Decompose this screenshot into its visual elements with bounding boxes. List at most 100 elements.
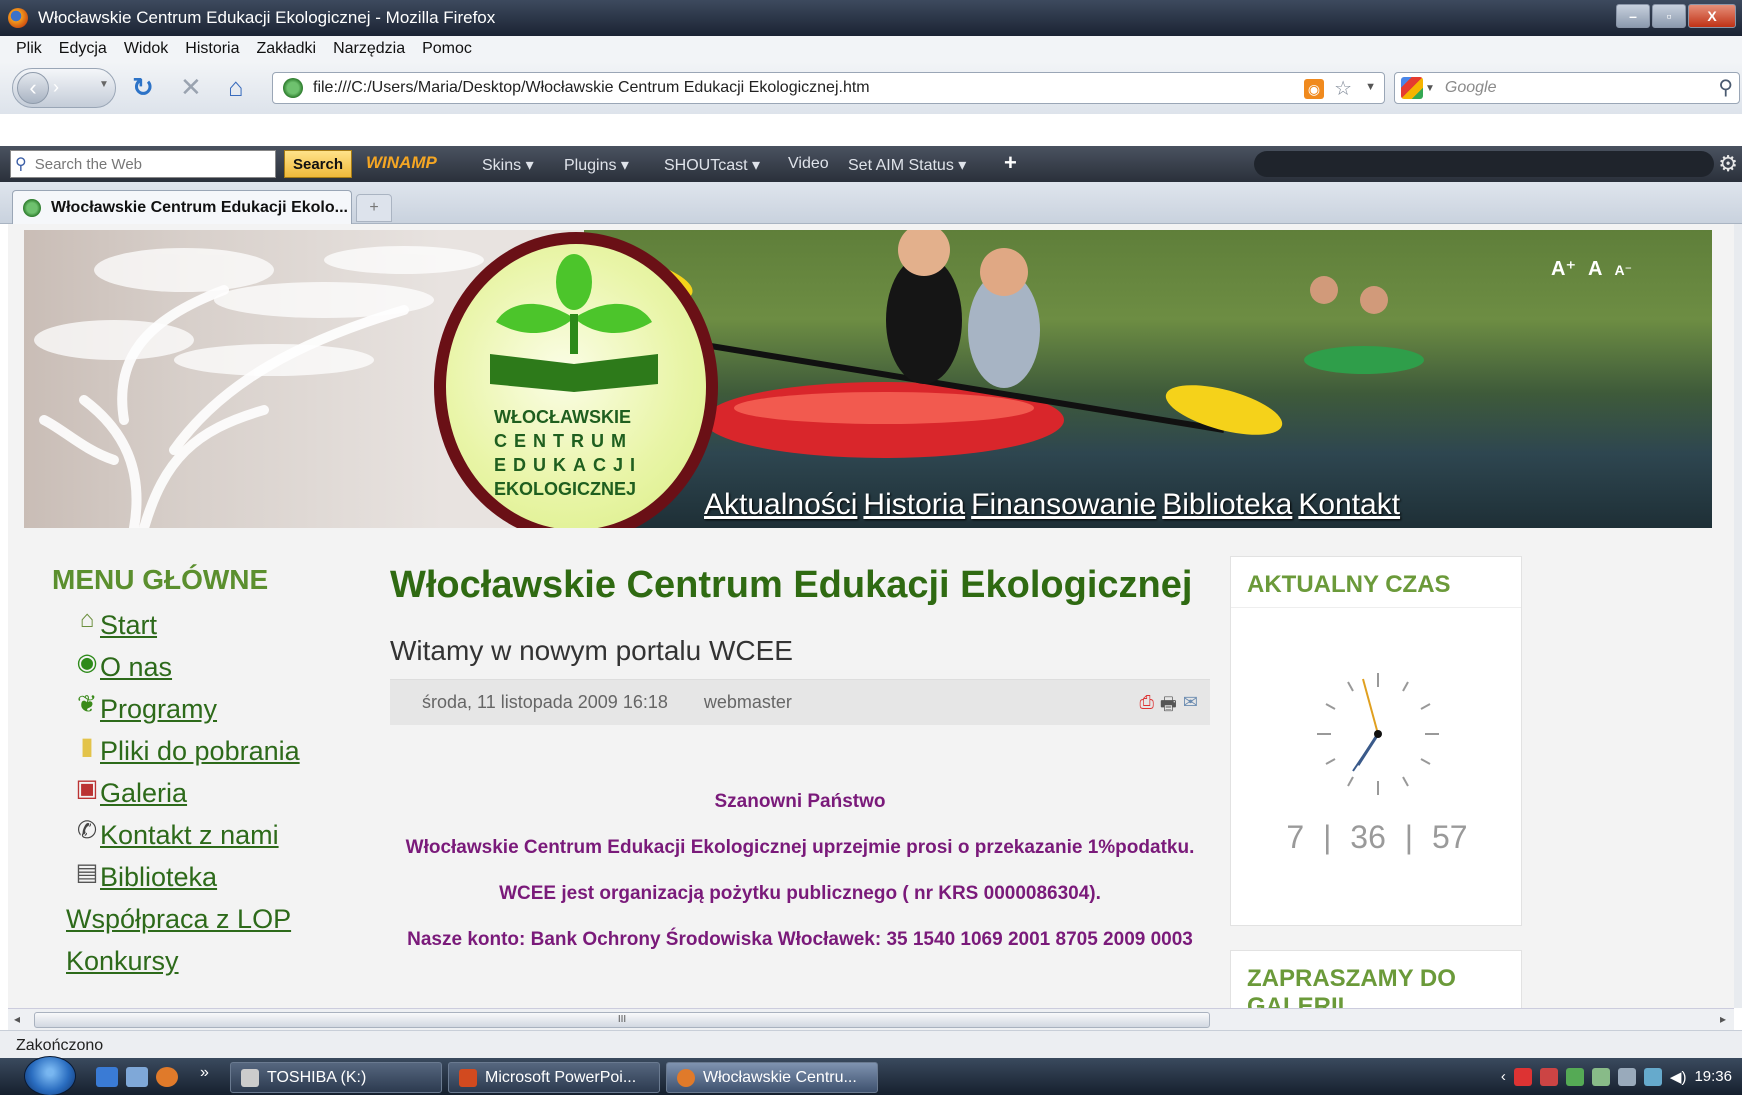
site-identity-icon[interactable]	[283, 78, 303, 98]
winamp-logo[interactable]: WINAMP	[366, 153, 437, 173]
menu-item-label[interactable]: Start	[100, 610, 157, 641]
tab-active[interactable]: Włocławskie Centrum Edukacji Ekolo...	[12, 190, 352, 224]
logo-line-1: WŁOCŁAWSKIE	[494, 407, 631, 427]
vertical-scrollbar[interactable]	[1734, 224, 1742, 1008]
history-dropdown-icon[interactable]: ▼	[99, 79, 109, 90]
search-engine-dropdown-icon[interactable]: ▼	[1425, 83, 1435, 94]
menu-item-label[interactable]: Programy	[100, 694, 217, 725]
web-search-button[interactable]: Search	[284, 150, 352, 178]
menu-item-konkursy[interactable]: Konkursy	[48, 940, 378, 982]
menu-item-label[interactable]: Pliki do pobrania	[100, 736, 300, 767]
device-icon[interactable]	[1617, 1067, 1636, 1086]
topnav-aktualnosci[interactable]: Aktualności	[704, 488, 857, 522]
scrollbar-thumb[interactable]: III	[34, 1012, 1210, 1028]
logo-text: WŁOCŁAWSKIE CENTRUM EDUKACJI EKOLOGICZNE…	[494, 405, 664, 501]
print-icon[interactable]: 🖶	[1160, 692, 1177, 722]
scroll-right-icon[interactable]: ▸	[1720, 1012, 1726, 1026]
menu-edycja[interactable]: Edycja	[59, 40, 107, 58]
menu-item-label[interactable]: O nas	[100, 652, 172, 683]
network-tray-icon[interactable]	[1591, 1067, 1610, 1086]
search-icon[interactable]: ⚲	[1718, 75, 1733, 100]
home-icon[interactable]: ⌂	[228, 72, 244, 103]
menu-narzedzia[interactable]: Narzędzia	[333, 40, 405, 58]
task-toshiba[interactable]: TOSHIBA (K:)	[230, 1062, 442, 1093]
menu-item-o-nas[interactable]: ◉ O nas	[48, 646, 378, 688]
tray-expand-icon[interactable]: ‹	[1501, 1068, 1506, 1085]
menu-historia[interactable]: Historia	[185, 40, 239, 58]
horizontal-scrollbar[interactable]: ◂ III ▸	[8, 1008, 1734, 1030]
url-dropdown-icon[interactable]: ▼	[1365, 81, 1376, 93]
minimize-button[interactable]: –	[1616, 4, 1650, 28]
font-size-controls: A⁺ A A⁻	[1551, 256, 1632, 281]
url-text[interactable]: file:///C:/Users/Maria/Desktop/Włocławsk…	[313, 79, 870, 97]
winamp-skins[interactable]: Skins ▾	[482, 155, 534, 175]
file-icon: ▮	[80, 733, 94, 760]
email-icon[interactable]: ✉	[1183, 692, 1198, 722]
task-powerpoint[interactable]: Microsoft PowerPoi...	[448, 1062, 660, 1093]
menu-zakladki[interactable]: Zakładki	[257, 40, 317, 58]
close-button[interactable]: X	[1688, 4, 1736, 28]
task-firefox[interactable]: Włocławskie Centru...	[666, 1062, 878, 1093]
add-icon[interactable]: +	[1004, 150, 1017, 176]
winamp-player-controls[interactable]	[1254, 151, 1714, 177]
font-increase-button[interactable]: A⁺	[1551, 256, 1576, 281]
menu-item-kontakt[interactable]: ✆ Kontakt z nami	[48, 814, 378, 856]
antivirus-icon[interactable]	[1539, 1067, 1558, 1086]
phone-icon: ✆	[76, 817, 98, 844]
web-search-placeholder[interactable]: Search the Web	[35, 156, 142, 173]
search-input[interactable]: Google	[1445, 79, 1497, 97]
start-button[interactable]	[24, 1056, 76, 1095]
stop-icon[interactable]: ✕	[180, 72, 202, 103]
rss-icon[interactable]: ◉	[1304, 79, 1324, 99]
security-icon[interactable]	[1513, 1067, 1532, 1086]
gallery-panel: ZAPRASZAMY DO GALERII	[1230, 950, 1522, 1008]
scroll-left-icon[interactable]: ◂	[14, 1012, 20, 1026]
url-bar[interactable]: file:///C:/Users/Maria/Desktop/Włocławsk…	[272, 72, 1385, 104]
show-desktop-icon[interactable]	[96, 1067, 118, 1087]
menu-item-pliki[interactable]: ▮ Pliki do pobrania	[48, 730, 378, 772]
menu-plik[interactable]: Plik	[16, 40, 42, 58]
pdf-icon[interactable]: ⎙	[1140, 692, 1154, 722]
quicklaunch-chevron[interactable]: »	[200, 1064, 209, 1082]
network-icon[interactable]	[1643, 1067, 1662, 1086]
gear-icon[interactable]: ⚙	[1718, 151, 1738, 177]
menu-item-label[interactable]: Galeria	[100, 778, 187, 809]
switch-windows-icon[interactable]	[126, 1067, 148, 1087]
menu-item-programy[interactable]: ❦ Programy	[48, 688, 378, 730]
menu-item-wspolpraca[interactable]: Współpraca z LOP	[48, 898, 378, 940]
winamp-shoutcast[interactable]: SHOUTcast ▾	[664, 155, 760, 175]
bookmark-star-icon[interactable]: ☆	[1334, 76, 1352, 101]
menu-pomoc[interactable]: Pomoc	[422, 40, 472, 58]
firefox-icon[interactable]	[156, 1067, 178, 1087]
maximize-button[interactable]: ▫	[1652, 4, 1686, 28]
menu-item-label[interactable]: Współpraca z LOP	[66, 904, 291, 935]
clock-time[interactable]: 19:36	[1694, 1068, 1732, 1085]
font-decrease-button[interactable]: A⁻	[1615, 262, 1633, 279]
topnav-biblioteka[interactable]: Biblioteka	[1162, 488, 1292, 522]
winamp-plugins[interactable]: Plugins ▾	[564, 155, 629, 175]
topnav-historia[interactable]: Historia	[863, 488, 965, 522]
winamp-aim-status[interactable]: Set AIM Status ▾	[848, 155, 966, 175]
winamp-video[interactable]: Video	[788, 155, 829, 173]
tab-title[interactable]: Włocławskie Centrum Edukacji Ekolo...	[51, 199, 348, 217]
reload-icon[interactable]: ↻	[132, 72, 154, 103]
menu-widok[interactable]: Widok	[124, 40, 168, 58]
topnav-kontakt[interactable]: Kontakt	[1298, 488, 1400, 522]
search-bar[interactable]: ▼ Google ⚲	[1394, 72, 1740, 104]
back-button[interactable]: ‹	[17, 72, 49, 104]
web-search-field[interactable]: ⚲ Search the Web	[10, 150, 276, 178]
forward-button[interactable]: ›	[53, 77, 59, 98]
volume-icon[interactable]: ◀)	[1670, 1068, 1687, 1086]
window-titlebar: Włocławskie Centrum Edukacji Ekologiczne…	[0, 0, 1742, 36]
font-reset-button[interactable]: A	[1588, 258, 1602, 281]
menu-item-galeria[interactable]: ▣ Galeria	[48, 772, 378, 814]
menu-item-start[interactable]: ⌂ Start	[48, 604, 378, 646]
menu-item-label[interactable]: Biblioteka	[100, 862, 217, 893]
topnav-finansowanie[interactable]: Finansowanie	[971, 488, 1156, 522]
app-tray-icon[interactable]	[1565, 1067, 1584, 1086]
menu-item-label[interactable]: Kontakt z nami	[100, 820, 279, 851]
search-engine-icon[interactable]	[1401, 77, 1423, 99]
new-tab-button[interactable]: +	[356, 194, 392, 222]
menu-item-label[interactable]: Konkursy	[66, 946, 179, 977]
menu-item-biblioteka[interactable]: ▤ Biblioteka	[48, 856, 378, 898]
